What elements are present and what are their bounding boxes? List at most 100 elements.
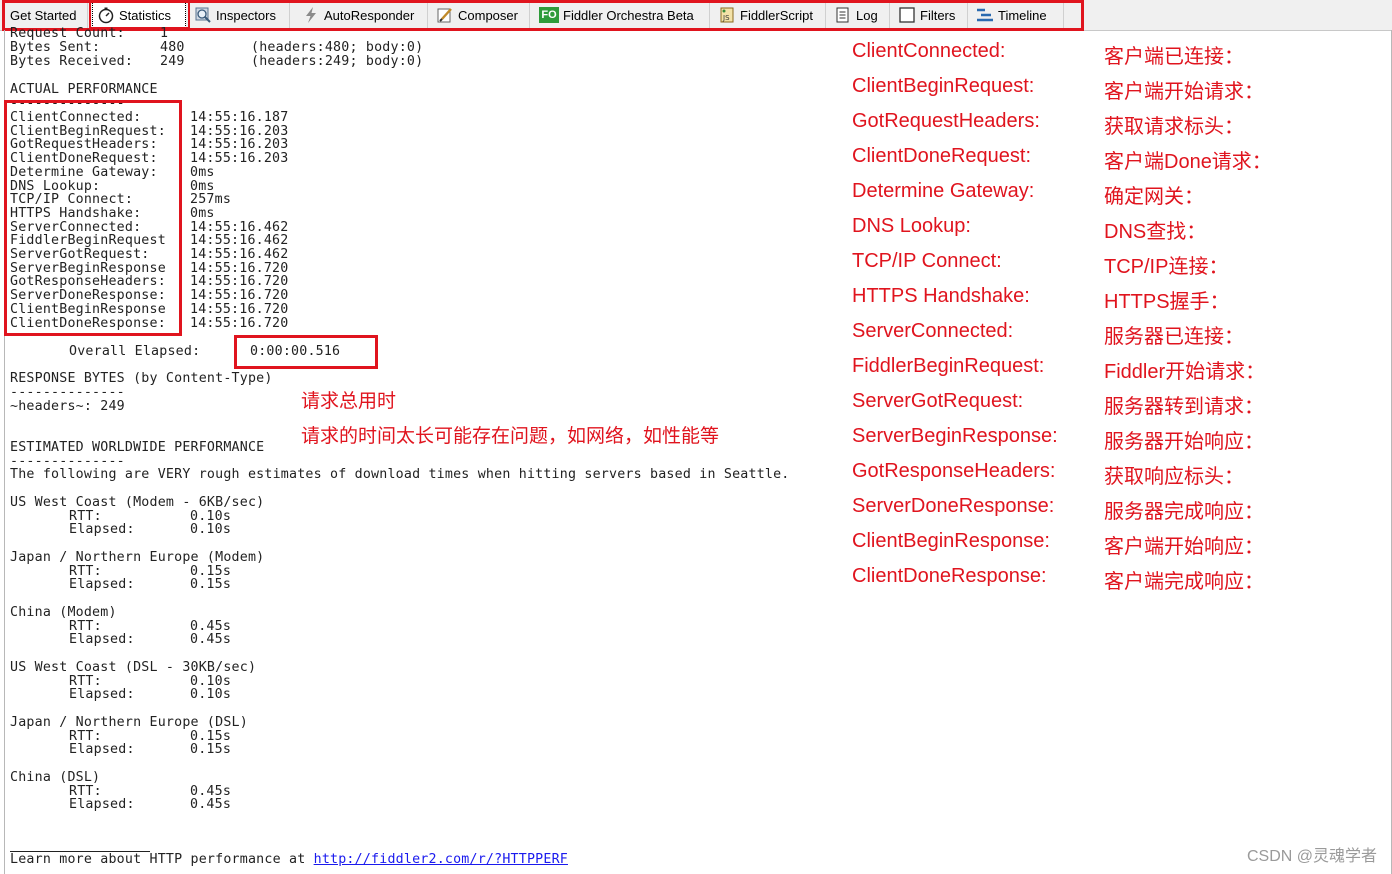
tab-label: Fiddler Orchestra Beta: [563, 7, 694, 23]
timing-label: ClientDoneResponse:: [10, 315, 166, 331]
translation-zh: TCP/IP连接：: [1104, 256, 1229, 278]
httpperf-link[interactable]: http://fiddler2.com/r/?HTTPPERF: [314, 852, 568, 867]
translation-zh: 获取请求标头：: [1104, 116, 1244, 138]
bytes-received-detail: (headers:249; body:0): [251, 54, 424, 69]
region-name: Japan / Northern Europe (Modem): [10, 550, 265, 565]
tab-timeline[interactable]: Timeline: [972, 2, 1064, 28]
timing-label: ClientConnected:: [10, 110, 142, 125]
rtt-value: 0.15s: [190, 728, 232, 744]
translation-en: ServerBeginResponse:: [852, 425, 1058, 447]
request-count-line: Request Count:: [10, 26, 125, 41]
timing-value: 14:55:16.720: [190, 315, 289, 331]
rtt-value: 0.10s: [190, 673, 232, 689]
translation-zh: 客户端Done请求：: [1104, 151, 1272, 173]
rtt-label: RTT:: [69, 673, 102, 689]
timing-value: 0ms: [190, 178, 215, 194]
timing-label: Determine Gateway:: [10, 164, 158, 180]
timing-value: 14:55:16.720: [190, 301, 289, 317]
tab-inspectors[interactable]: Inspectors: [190, 2, 290, 28]
tab-filters[interactable]: Filters: [894, 2, 968, 28]
translation-zh: 客户端开始请求：: [1104, 81, 1264, 103]
estimated-performance-note: The following are VERY rough estimates o…: [10, 467, 790, 482]
translation-zh: 客户端完成响应：: [1104, 571, 1264, 593]
elapsed-value: 0.15s: [190, 577, 232, 593]
tab-log[interactable]: Log: [830, 2, 890, 28]
elapsed-label: Elapsed:: [69, 522, 135, 538]
elapsed-label: Elapsed:: [69, 797, 135, 813]
tab-composer[interactable]: Composer: [432, 2, 530, 28]
response-bytes-heading: RESPONSE BYTES (by Content-Type): [10, 371, 273, 386]
tab-get-started[interactable]: Get Started: [6, 2, 88, 28]
tab-fiddler-orchestra-beta[interactable]: FO Fiddler Orchestra Beta: [535, 2, 710, 28]
timing-label: ServerBeginResponse: [10, 260, 166, 276]
timing-value: 14:55:16.720: [190, 274, 289, 290]
translation-en: HTTPS Handshake:: [852, 285, 1030, 307]
tab-statistics[interactable]: Statistics: [92, 2, 186, 28]
elapsed-label: Elapsed:: [69, 632, 135, 648]
timeline-icon: [976, 6, 994, 24]
elapsed-value: 0.10s: [190, 687, 232, 703]
translation-zh: 服务器开始响应：: [1104, 431, 1264, 453]
translation-en: DNS Lookup:: [852, 215, 971, 237]
tab-label: Statistics: [119, 7, 172, 23]
bytes-received-value: 249: [160, 54, 185, 69]
timing-value: 0ms: [190, 164, 215, 180]
actual-performance-heading: ACTUAL PERFORMANCE: [10, 82, 158, 97]
timing-value: 14:55:16.203: [190, 137, 289, 153]
translation-zh: Fiddler开始请求：: [1104, 361, 1266, 383]
timing-label: DNS Lookup:: [10, 178, 101, 194]
bytes-received-label: Bytes Received:: [10, 54, 134, 69]
csdn-watermark: CSDN @灵魂学者: [1246, 848, 1377, 865]
rtt-value: 0.10s: [190, 508, 232, 524]
tab-label: AutoResponder: [324, 7, 415, 23]
request-count-value: 1: [160, 26, 169, 41]
long-time-annotation: 请求的时间太长可能存在问题，如网络，如性能等: [301, 426, 720, 447]
timing-label: ClientDoneRequest:: [10, 151, 158, 167]
script-icon: JS: [718, 6, 736, 24]
elapsed-value: 0.15s: [190, 742, 232, 758]
timing-value: 0ms: [190, 205, 215, 221]
tab-autoresponder[interactable]: AutoResponder: [298, 2, 428, 28]
translation-zh: 确定网关：: [1104, 186, 1204, 208]
checkbox-icon: [898, 6, 916, 24]
tab-bar: Get Started Statistics Inspectors AutoRe…: [0, 0, 1392, 31]
elapsed-value: 0.45s: [190, 632, 232, 648]
translation-en: TCP/IP Connect:: [852, 250, 1002, 272]
timing-label: GotResponseHeaders:: [10, 274, 166, 290]
rtt-value: 0.45s: [190, 618, 232, 634]
tab-fiddlerscript[interactable]: JS FiddlerScript: [714, 2, 826, 28]
elapsed-label: Elapsed:: [69, 577, 135, 593]
translation-en: GotResponseHeaders:: [852, 460, 1056, 482]
rtt-label: RTT:: [69, 563, 102, 579]
elapsed-value: 0.45s: [190, 797, 232, 813]
timing-label: ClientBeginResponse: [10, 301, 166, 317]
lightning-icon: [302, 6, 320, 24]
rtt-label: RTT:: [69, 728, 102, 744]
magnifier-icon: [194, 6, 212, 24]
translation-zh: 服务器转到请求：: [1104, 396, 1264, 418]
response-bytes-underline: --------------: [10, 385, 125, 400]
translation-en: ServerGotRequest:: [852, 390, 1024, 412]
region-name: China (Modem): [10, 605, 117, 620]
rtt-label: RTT:: [69, 618, 102, 634]
rtt-value: 0.15s: [190, 563, 232, 579]
translation-en: ClientConnected:: [852, 40, 1006, 62]
timing-value: 257ms: [190, 192, 232, 208]
timing-label: FiddlerBeginRequest: [10, 233, 166, 249]
rtt-label: RTT:: [69, 783, 102, 799]
region-name: China (DSL): [10, 770, 101, 785]
timing-value: 14:55:16.187: [190, 110, 289, 125]
translation-en: ServerDoneResponse:: [852, 495, 1055, 517]
pencil-icon: [436, 6, 454, 24]
translation-en: GotRequestHeaders:: [852, 110, 1040, 132]
translation-en: FiddlerBeginRequest:: [852, 355, 1045, 377]
timing-label: ServerConnected:: [10, 219, 142, 235]
bytes-sent-value: 480: [160, 40, 185, 55]
elapsed-label: Elapsed:: [69, 742, 135, 758]
svg-text:JS: JS: [722, 14, 730, 22]
timing-label: ServerGotRequest:: [10, 247, 150, 262]
translation-en: ClientBeginResponse:: [852, 530, 1050, 552]
timing-label: HTTPS Handshake:: [10, 205, 142, 221]
region-name: Japan / Northern Europe (DSL): [10, 715, 248, 730]
translation-zh: 客户端已连接：: [1104, 46, 1244, 68]
